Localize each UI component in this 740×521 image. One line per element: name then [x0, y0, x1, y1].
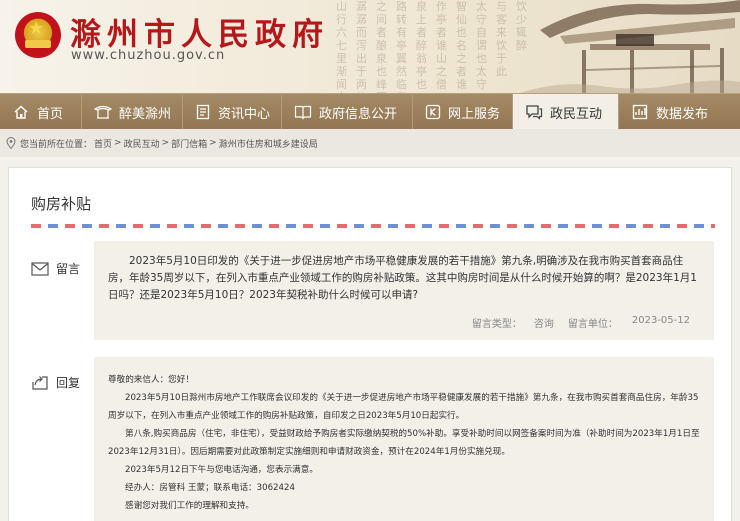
- page-title: 购房补贴: [31, 195, 92, 213]
- reply-share-icon: [32, 375, 48, 390]
- nav-item-news[interactable]: 资讯中心: [183, 94, 282, 130]
- breadcrumb-link-dept-mailbox[interactable]: 部门信箱: [171, 137, 207, 150]
- calligraphy-decoration: 山行六七里渐闻水声 潺潺而泻出于两峰 之间者酿泉也峰回 路转有亭翼然临于 泉上者…: [336, 0, 527, 93]
- envelope-icon: [31, 261, 49, 276]
- nav-item-interaction[interactable]: 政民互动: [513, 94, 619, 130]
- reply-label-text: 回复: [56, 376, 81, 390]
- reply-contact: 经办人：房管科 王蒙；联系电话：3062424: [125, 483, 295, 493]
- nav-item-online-service[interactable]: 网上服务: [413, 94, 513, 130]
- book-icon: [294, 103, 312, 121]
- nav-item-label: 数据发布: [656, 106, 709, 122]
- reply-label: 回复: [31, 374, 80, 391]
- breadcrumb: 您当前所在位置： 首页 > 政民互动 > 部门信箱 > 滁州市住房和城乡建设局: [0, 129, 740, 157]
- breadcrumb-link-home[interactable]: 首页: [94, 137, 112, 150]
- reply-closing: 感谢您对我们工作的理解和支持。: [125, 501, 254, 511]
- site-url: www.chuzhou.gov.cn: [71, 48, 226, 63]
- home-icon: [12, 103, 30, 121]
- nav-item-data[interactable]: 数据发布: [619, 94, 740, 130]
- nav-item-label: 醉美滁州: [119, 106, 172, 122]
- reply-panel: 尊敬的来信人：您好！ 2023年5月10日滁州市房地产工作联席会议印发的《关于进…: [94, 357, 714, 521]
- letter-detail-card: 购房补贴 留言 2023年5月10日印发的《关于进一步促进房地产市场平稳健康发展…: [8, 167, 732, 521]
- chat-icon: [525, 103, 543, 121]
- message-type-label: 留言类型：: [471, 319, 522, 330]
- nav-item-scenery[interactable]: 醉美滁州: [82, 94, 183, 130]
- breadcrumb-prefix: 您当前所在位置：: [20, 139, 93, 150]
- national-emblem-logo[interactable]: ★: [15, 12, 61, 58]
- data-icon: [631, 103, 649, 121]
- location-pin-icon: [6, 137, 16, 149]
- site-header: ★ 滁州市人民政府 www.chuzhou.gov.cn 山行六七里渐闻水声 潺…: [0, 0, 740, 93]
- message-label-text: 留言: [56, 262, 81, 276]
- nav-item-label: 网上服务: [448, 106, 501, 122]
- message-unit-label: 留言单位：: [567, 319, 618, 330]
- nav-item-label: 首页: [37, 106, 64, 122]
- service-icon: [425, 103, 441, 121]
- breadcrumb-separator: >: [161, 138, 170, 148]
- pavilion-icon: [94, 103, 112, 121]
- breadcrumb-separator: >: [114, 138, 122, 148]
- document-icon: [195, 103, 211, 121]
- reply-paragraph: 2023年5月12日下午与您电话沟通，您表示满意。: [125, 465, 318, 475]
- pavilion-illustration: [520, 0, 740, 93]
- reply-body: 尊敬的来信人：您好！ 2023年5月10日滁州市房地产工作联席会议印发的《关于进…: [108, 371, 706, 515]
- message-panel: 2023年5月10日印发的《关于进一步促进房地产市场平稳健康发展的若干措施》第九…: [94, 241, 714, 340]
- nav-item-home[interactable]: 首页: [0, 94, 82, 130]
- reply-paragraph: 2023年5月10日滁州市房地产工作联席会议印发的《关于进一步促进房地产市场平稳…: [108, 393, 699, 421]
- breadcrumb-link-interaction[interactable]: 政民互动: [124, 137, 160, 150]
- breadcrumb-separator: >: [209, 138, 217, 148]
- nav-item-label: 资讯中心: [218, 106, 271, 122]
- nav-item-label: 政府信息公开: [319, 106, 398, 122]
- nav-item-gov-info[interactable]: 政府信息公开: [282, 94, 413, 130]
- message-label: 留言: [31, 260, 80, 277]
- message-date: 2023-05-12: [631, 315, 690, 326]
- message-type-value: 咨询: [533, 319, 554, 330]
- main-nav: 首页 醉美滁州 资讯中心 政府信息公开 网上服务 政民互动 数据发布: [0, 93, 740, 130]
- reply-greeting: 尊敬的来信人：您好！: [108, 375, 194, 385]
- airmail-divider: [31, 224, 715, 228]
- message-text: 2023年5月10日印发的《关于进一步促进房地产市场平稳健康发展的若干措施》第九…: [108, 255, 697, 301]
- reply-paragraph: 第八条,购买商品房（住宅，非住宅），受益财政给予购房者实际缴纳契税的50%补助。…: [108, 429, 700, 457]
- breadcrumb-link-housing-bureau[interactable]: 滁州市住房和城乡建设局: [219, 137, 318, 150]
- message-meta: 留言类型： 咨询 留言单位： 2023-05-12: [458, 315, 690, 330]
- nav-item-label: 政民互动: [550, 106, 603, 122]
